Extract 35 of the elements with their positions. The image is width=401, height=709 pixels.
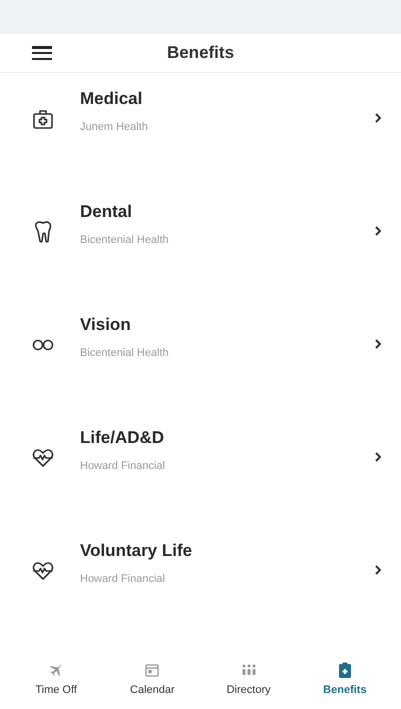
chevron-right-icon — [375, 338, 381, 349]
chevron-right-icon — [375, 112, 381, 123]
tab[interactable]: Benefits — [304, 662, 385, 698]
benefit-title: Dental — [80, 200, 133, 223]
benefit-provider: Bicentenial Health — [80, 232, 170, 248]
benefit-provider: Howard Financial — [80, 458, 166, 474]
tab[interactable]: Directory — [208, 662, 289, 698]
benefit-title: Medical — [80, 88, 144, 110]
chevron-right-icon — [375, 226, 381, 236]
medical-kit-icon — [32, 108, 54, 130]
menu-icon[interactable] — [32, 46, 52, 60]
tab[interactable]: Time Off — [16, 662, 96, 698]
benefit-provider: Junem Health — [80, 120, 149, 135]
clipboard-icon — [338, 662, 352, 678]
heart-pulse-icon — [32, 448, 54, 468]
benefit-item[interactable]: Vision Bicentenial Health — [0, 312, 401, 426]
tab[interactable]: Calendar — [112, 662, 192, 698]
glasses-icon — [32, 338, 54, 351]
benefit-item[interactable]: Life/AD&D Howard Financial — [0, 426, 401, 539]
benefit-item[interactable]: Medical Junem Health — [0, 86, 401, 200]
benefit-item[interactable]: Voluntary Life Howard Financial — [0, 538, 401, 652]
benefit-title: Voluntary Life — [80, 540, 194, 562]
benefit-provider: Howard Financial — [80, 572, 166, 587]
airplane-icon — [48, 662, 64, 678]
page-title: Benefits — [166, 42, 236, 64]
calendar-icon — [144, 662, 160, 678]
benefit-provider: Bicentenial Health — [80, 346, 170, 361]
benefit-title: Vision — [80, 314, 132, 336]
benefit-title: Life/AD&D — [80, 426, 166, 449]
chevron-right-icon — [375, 564, 381, 575]
tooth-icon — [33, 220, 53, 244]
heart-pulse-icon — [32, 560, 54, 581]
people-icon — [240, 662, 258, 678]
benefit-item[interactable]: Dental Bicentenial Health — [0, 200, 401, 313]
chevron-right-icon — [375, 452, 381, 462]
